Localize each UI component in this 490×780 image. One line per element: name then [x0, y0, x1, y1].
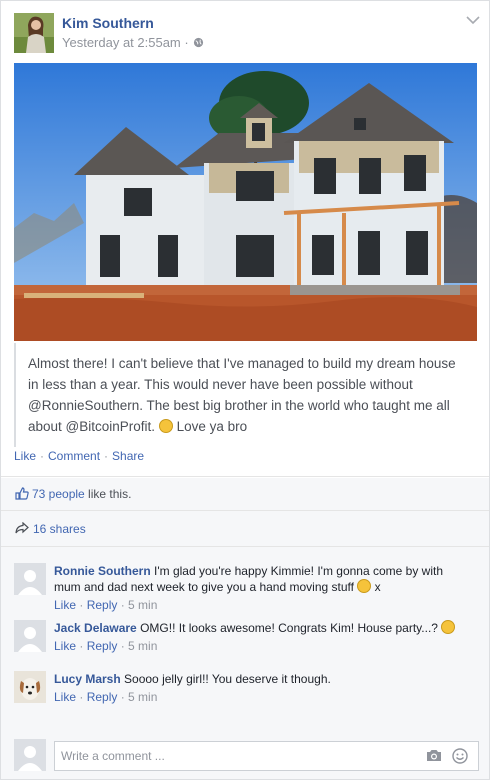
comment-author[interactable]: Ronnie Southern [54, 564, 151, 578]
comment-author[interactable]: Jack Delaware [54, 621, 137, 635]
camera-icon[interactable] [426, 748, 442, 762]
post-header: Kim Southern Yesterday at 2:55am · [14, 13, 484, 55]
shares-summary[interactable]: 16 shares [15, 521, 86, 536]
comment-text-tail: x [374, 580, 381, 594]
author-name[interactable]: Kim Southern [62, 15, 154, 31]
smiley-icon [441, 620, 456, 634]
comment-like-button[interactable]: Like [54, 690, 76, 704]
default-avatar-icon [14, 739, 46, 771]
thumbs-up-icon [15, 487, 29, 500]
post-photo[interactable] [14, 63, 477, 341]
separator-dot: · [76, 690, 87, 704]
comment-input[interactable]: Write a comment ... [54, 741, 479, 771]
comment-like-button[interactable]: Like [54, 598, 76, 612]
smiley-icon [158, 419, 173, 433]
comment-time[interactable]: 5 min [128, 639, 157, 653]
separator-dot: · [104, 449, 109, 463]
dog-avatar[interactable] [14, 671, 46, 703]
post-card: Kim Southern Yesterday at 2:55am · Almos… [0, 0, 490, 780]
comment-reply-button[interactable]: Reply [87, 598, 118, 612]
like-button[interactable]: Like [14, 449, 36, 463]
comment-body: Ronnie Southern I'm glad you're happy Ki… [54, 563, 469, 613]
comment-button[interactable]: Comment [48, 449, 100, 463]
post-actions: Like · Comment · Share [14, 449, 144, 463]
likes-suffix: like this. [84, 487, 132, 501]
divider [1, 476, 489, 477]
post-text-tail: Love ya bro [176, 419, 248, 434]
comment-text: OMG!! It looks awesome! Congrats Kim! Ho… [140, 621, 438, 635]
comment-author[interactable]: Lucy Marsh [54, 672, 121, 686]
comment-like-button[interactable]: Like [54, 639, 76, 653]
comment-meta: Like · Reply · 5 min [54, 597, 469, 613]
house-photo [14, 63, 477, 341]
separator-dot: · [117, 639, 129, 653]
chevron-down-icon[interactable] [466, 15, 480, 25]
likes-bar: 73 people like this. [1, 478, 489, 510]
comment-text: Soooo jelly girl!! You deserve it though… [124, 672, 331, 686]
post-text: Almost there! I can't believe that I've … [14, 343, 468, 447]
default-avatar-icon[interactable] [14, 620, 46, 652]
separator-dot: · [76, 639, 87, 653]
comment-meta: Like · Reply · 5 min [54, 638, 469, 654]
timestamp-text[interactable]: Yesterday at 2:55am · [62, 35, 189, 50]
separator-dot: · [117, 598, 129, 612]
shares-bar: 16 shares [1, 511, 489, 546]
share-button[interactable]: Share [112, 449, 144, 463]
comment-body: Jack Delaware OMG!! It looks awesome! Co… [54, 620, 469, 654]
comment-body: Lucy Marsh Soooo jelly girl!! You deserv… [54, 671, 469, 705]
comment-placeholder: Write a comment ... [61, 749, 165, 763]
comment-time[interactable]: 5 min [128, 598, 157, 612]
default-avatar-icon[interactable] [14, 563, 46, 595]
emoji-icon[interactable] [452, 748, 468, 764]
comment-composer: Write a comment ... [14, 739, 479, 773]
separator-dot: · [40, 449, 45, 463]
comment-reply-button[interactable]: Reply [87, 639, 118, 653]
separator-dot: · [117, 690, 129, 704]
post-timestamp[interactable]: Yesterday at 2:55am · [62, 35, 204, 50]
comment-meta: Like · Reply · 5 min [54, 689, 469, 705]
author-avatar[interactable] [14, 13, 54, 53]
share-arrow-icon [15, 521, 29, 534]
likes-summary: 73 people like this. [15, 487, 131, 501]
smiley-icon [357, 579, 372, 593]
likes-count-link[interactable]: 73 people [32, 487, 85, 501]
globe-icon [193, 37, 203, 48]
shares-count[interactable]: 16 shares [33, 522, 86, 536]
comment-time[interactable]: 5 min [128, 690, 157, 704]
comment-reply-button[interactable]: Reply [87, 690, 118, 704]
separator-dot: · [76, 598, 87, 612]
